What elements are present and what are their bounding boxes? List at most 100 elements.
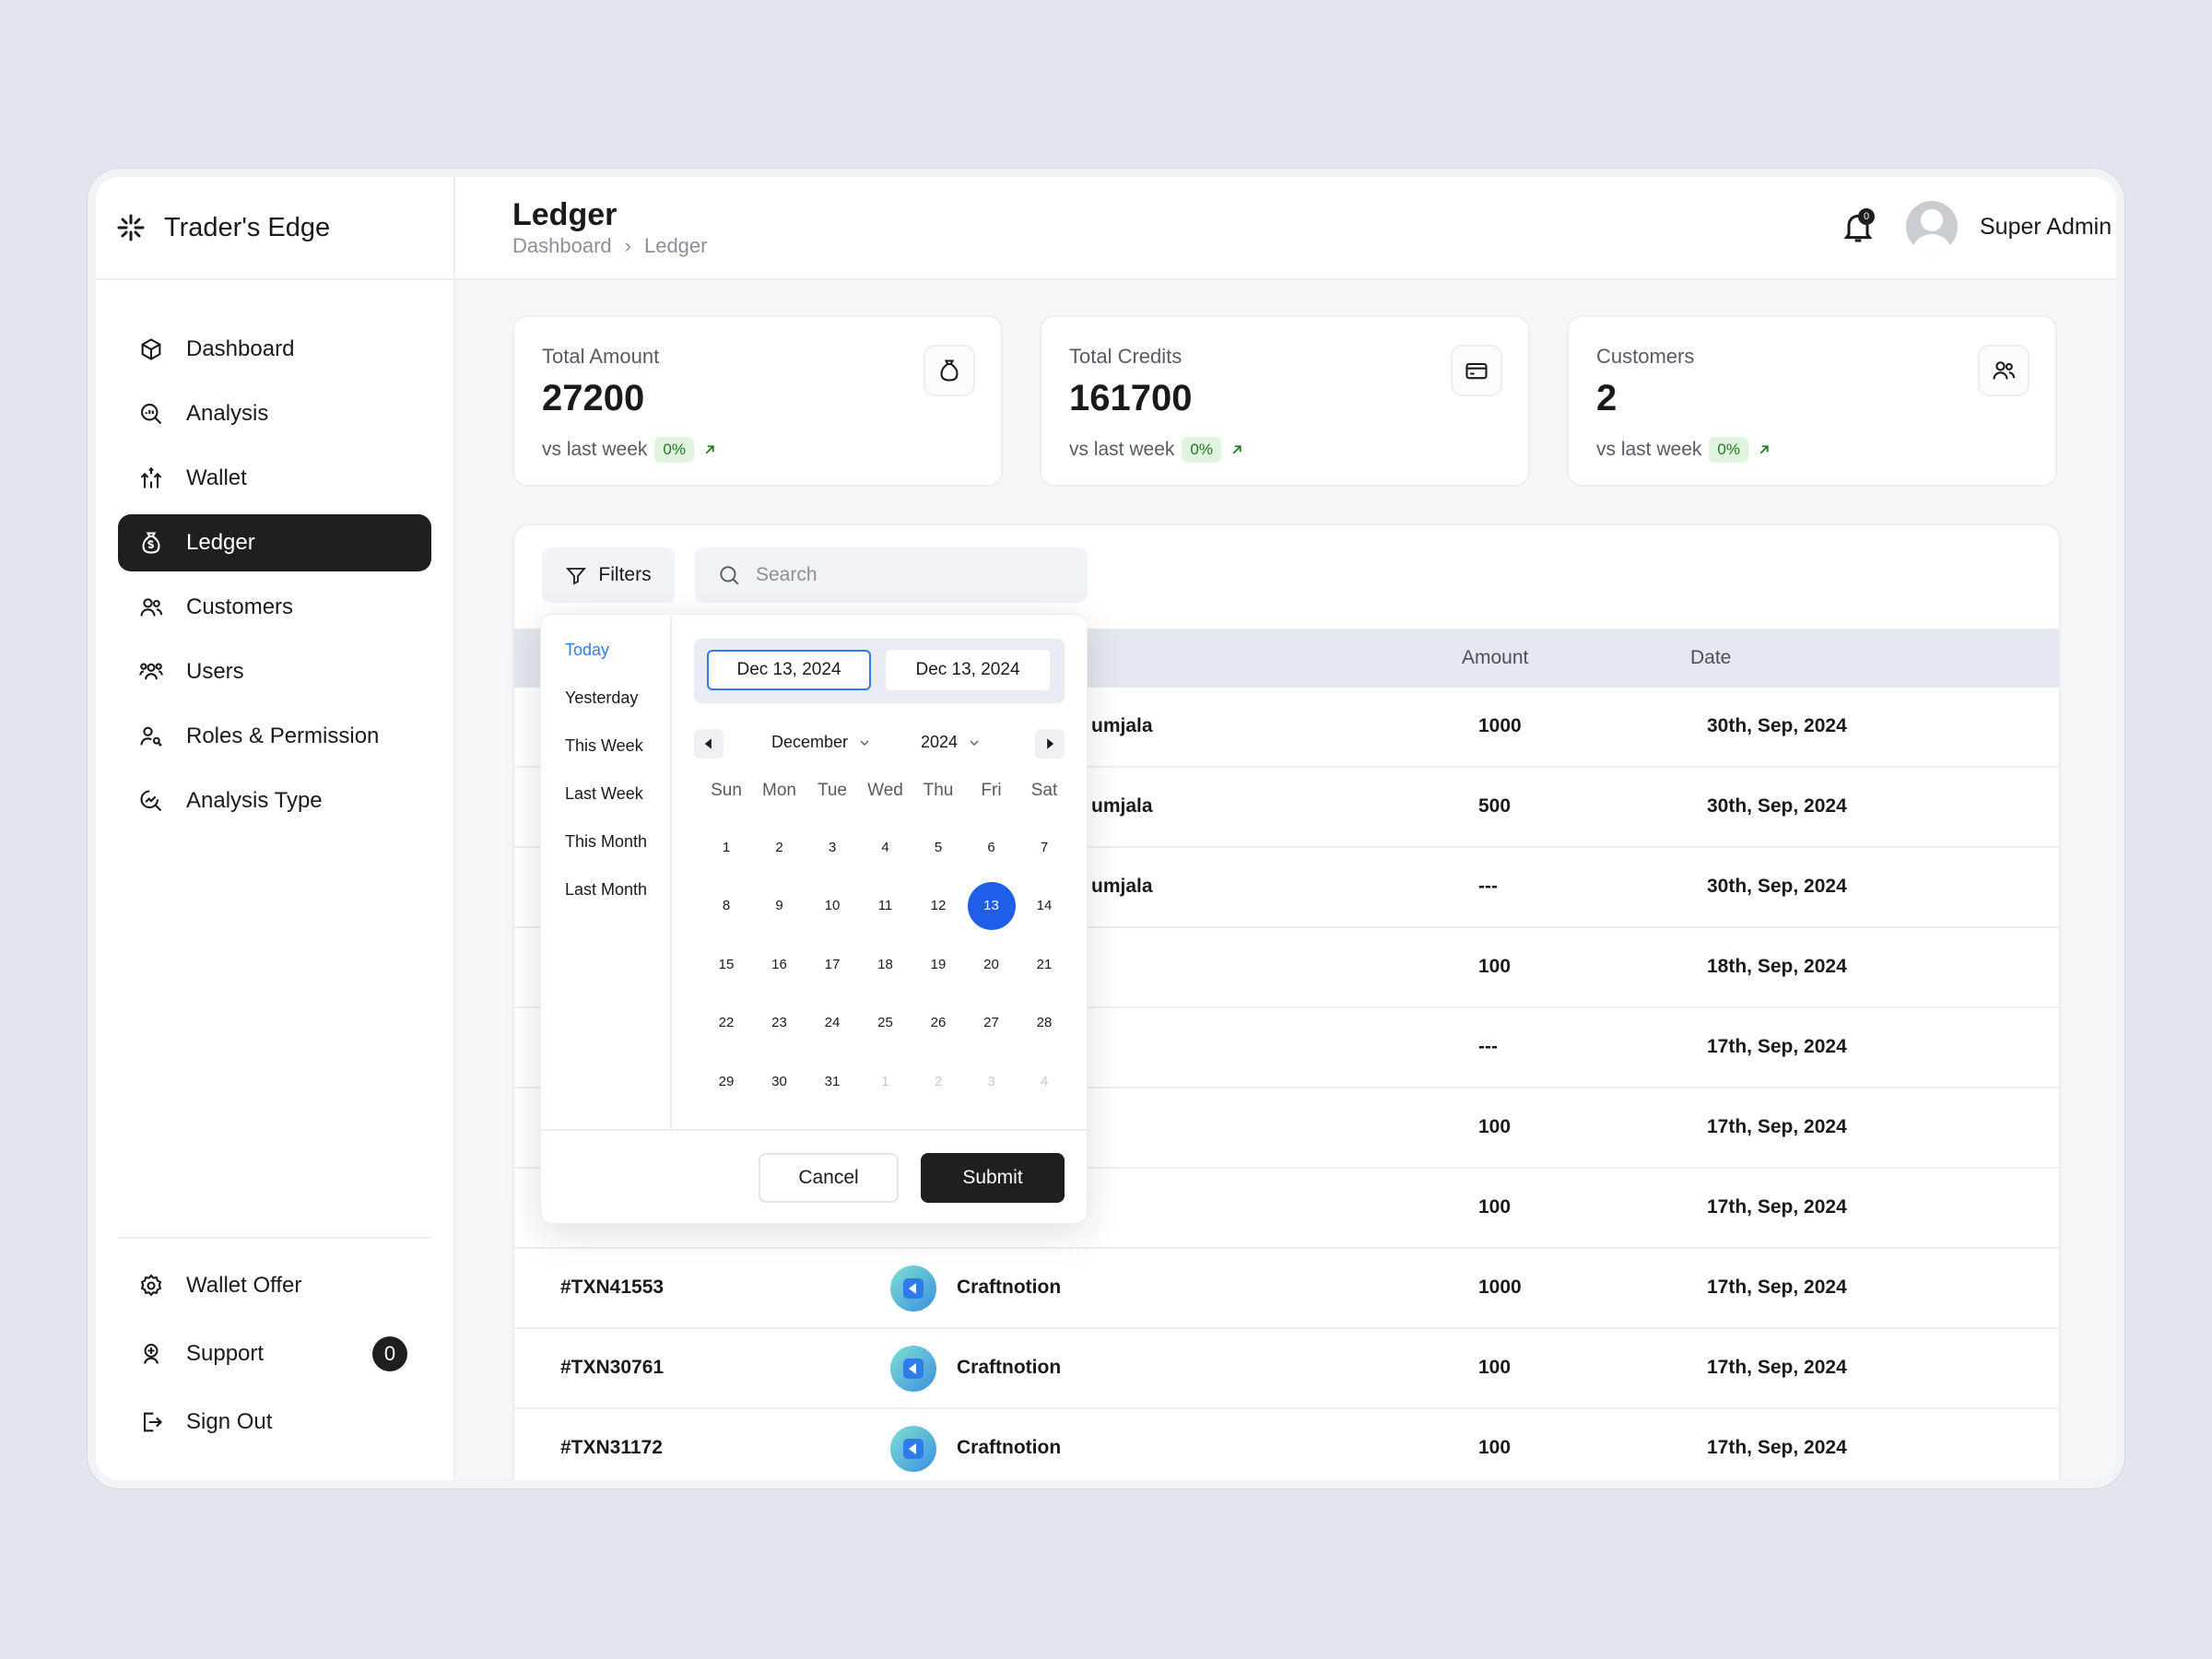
- cube-icon: [141, 338, 161, 360]
- year-select[interactable]: 2024: [921, 733, 982, 752]
- calendar-day[interactable]: 3: [808, 823, 856, 871]
- brand-logo-icon: [117, 214, 145, 241]
- support-icon: [143, 1344, 159, 1364]
- next-month-button[interactable]: [1035, 729, 1065, 759]
- sidebar-item-ledger[interactable]: Ledger: [118, 514, 431, 571]
- calendar-day[interactable]: 1: [702, 823, 750, 871]
- calendar-day[interactable]: 24: [808, 999, 856, 1047]
- stat-card-total-credits: Total Credits 161700 vs last week 0%: [1040, 315, 1530, 487]
- table-row[interactable]: #TXN31172 Craftnotion 100 17th, Sep, 202…: [514, 1409, 2059, 1480]
- calendar-day[interactable]: 23: [756, 999, 804, 1047]
- calendar-day[interactable]: 6: [968, 823, 1016, 871]
- calendar-day[interactable]: 22: [702, 999, 750, 1047]
- sidebar-bottom: Wallet Offer Support 0 Sign Out: [118, 1237, 431, 1462]
- calendar-day[interactable]: 26: [914, 999, 962, 1047]
- cell-amount: 1000: [1478, 1277, 1522, 1298]
- calendar-day[interactable]: 16: [756, 940, 804, 988]
- money-bag-icon: [142, 532, 160, 554]
- sidebar-item-label: Support: [186, 1341, 265, 1366]
- cell-amount: 100: [1478, 1437, 1512, 1458]
- preset-yesterday[interactable]: Yesterday: [565, 688, 638, 708]
- customer-logo-icon: [890, 1346, 936, 1392]
- sidebar-item-analysis-type[interactable]: Analysis Type: [118, 772, 431, 830]
- calendar-day[interactable]: 5: [914, 823, 962, 871]
- column-header-date[interactable]: Date: [1690, 647, 1731, 669]
- calendar-day: 3: [987, 1073, 995, 1089]
- column-header-amount[interactable]: Amount: [1462, 647, 1528, 669]
- calendar-day[interactable]: 21: [1020, 940, 1068, 988]
- breadcrumb-dashboard[interactable]: Dashboard: [512, 234, 612, 258]
- preset-today[interactable]: Today: [565, 641, 609, 660]
- table-row[interactable]: #TXN30761 Craftnotion 100 17th, Sep, 202…: [514, 1329, 2059, 1409]
- calendar-day[interactable]: 11: [862, 882, 910, 930]
- calendar-day[interactable]: 2: [756, 823, 804, 871]
- filters-button[interactable]: Filters: [542, 547, 675, 603]
- date-presets: Today Yesterday This Week Last Week This…: [541, 615, 672, 1131]
- sidebar-item-wallet-offer[interactable]: Wallet Offer: [118, 1257, 431, 1314]
- calendar-day[interactable]: 8: [702, 882, 750, 930]
- calendar-day[interactable]: 29: [702, 1057, 750, 1105]
- calendar-day[interactable]: 10: [808, 882, 856, 930]
- stat-foot-text: vs last week: [542, 439, 648, 460]
- calendar-day[interactable]: 20: [968, 940, 1016, 988]
- sidebar-item-support[interactable]: Support 0: [118, 1325, 431, 1382]
- table-row[interactable]: #TXN41553 Craftnotion 1000 17th, Sep, 20…: [514, 1249, 2059, 1329]
- cell-name: umjala: [1091, 795, 1153, 817]
- preset-last-month[interactable]: Last Month: [565, 880, 647, 900]
- calendar-day[interactable]: 17: [808, 940, 856, 988]
- sidebar-item-label: Ledger: [186, 530, 255, 555]
- calendar-day[interactable]: 28: [1020, 999, 1068, 1047]
- prev-month-button[interactable]: [694, 729, 724, 759]
- start-date-input[interactable]: Dec 13, 2024: [707, 650, 871, 690]
- sidebar-item-dashboard[interactable]: Dashboard: [118, 321, 431, 378]
- calendar-day[interactable]: 31: [808, 1057, 856, 1105]
- weekday-label: Thu: [923, 781, 954, 800]
- calendar-day[interactable]: 25: [862, 999, 910, 1047]
- preset-last-week[interactable]: Last Week: [565, 784, 643, 804]
- sidebar-item-analysis[interactable]: Analysis: [118, 385, 431, 442]
- sidebar-item-customers[interactable]: Customers: [118, 579, 431, 636]
- calendar-day[interactable]: 14: [1020, 882, 1068, 930]
- end-date-input[interactable]: Dec 13, 2024: [886, 650, 1050, 690]
- month-select[interactable]: December: [771, 733, 872, 752]
- cell-amount: 100: [1478, 1357, 1512, 1378]
- year-value: 2024: [921, 733, 959, 751]
- magnify-chart-icon: [141, 404, 162, 425]
- sidebar-item-wallet[interactable]: Wallet: [118, 450, 431, 507]
- sidebar-item-users[interactable]: Users: [118, 643, 431, 700]
- sidebar-item-sign-out[interactable]: Sign Out: [118, 1394, 431, 1451]
- search-box[interactable]: [695, 547, 1088, 603]
- cancel-button[interactable]: Cancel: [759, 1153, 899, 1203]
- stat-foot-text: vs last week: [1069, 439, 1175, 460]
- cell-date: 30th, Sep, 2024: [1707, 795, 1847, 817]
- cell-txn: #TXN41553: [560, 1277, 665, 1298]
- calendar-day[interactable]: 30: [756, 1057, 804, 1105]
- calendar-day[interactable]: 9: [756, 882, 804, 930]
- cell-name: umjala: [1091, 876, 1153, 897]
- sidebar-item-roles-permission[interactable]: Roles & Permission: [118, 708, 431, 765]
- calendar-day[interactable]: 13: [967, 881, 1016, 930]
- calendar-day[interactable]: 19: [914, 940, 962, 988]
- avatar[interactable]: [1906, 201, 1958, 253]
- date-range-picker: Today Yesterday This Week Last Week This…: [540, 614, 1088, 1224]
- calendar-day[interactable]: 15: [702, 940, 750, 988]
- calendar-day[interactable]: 4: [862, 823, 910, 871]
- cell-amount: 100: [1478, 1116, 1512, 1137]
- chevron-down-icon: [860, 740, 869, 746]
- preset-this-month[interactable]: This Month: [565, 832, 647, 852]
- preset-this-week[interactable]: This Week: [565, 736, 643, 756]
- cell-amount: 100: [1478, 1196, 1512, 1218]
- app-window: Trader's Edge Dashboard Analysis Wallet …: [96, 177, 2116, 1480]
- cell-amount: 1000: [1478, 715, 1522, 736]
- calendar-day[interactable]: 12: [914, 882, 962, 930]
- weekday-label: Wed: [867, 781, 903, 800]
- sidebar-item-label: Dashboard: [186, 336, 295, 361]
- user-name[interactable]: Super Admin: [1980, 214, 2112, 241]
- calendar-day[interactable]: 27: [968, 999, 1016, 1047]
- cell-amount: ---: [1478, 1036, 1498, 1057]
- calendar-day[interactable]: 7: [1020, 823, 1068, 871]
- calendar-day[interactable]: 18: [862, 940, 910, 988]
- stat-label: Total Amount: [542, 345, 660, 368]
- search-input[interactable]: [756, 564, 1051, 586]
- submit-button[interactable]: Submit: [921, 1153, 1065, 1203]
